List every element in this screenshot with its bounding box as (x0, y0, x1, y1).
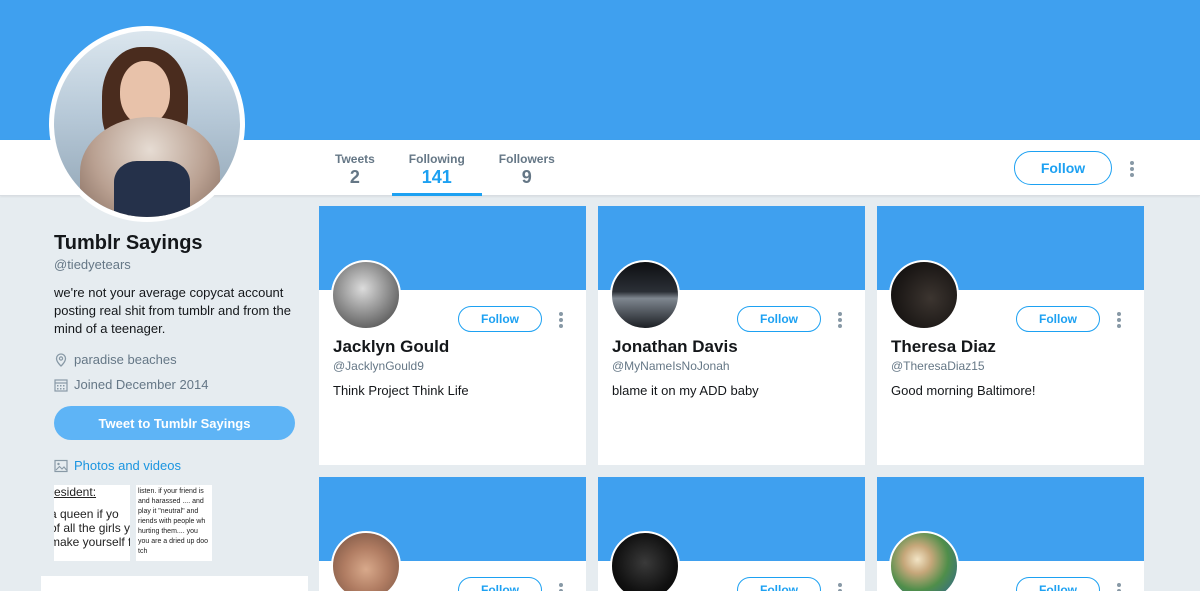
photos-videos-label: Photos and videos (74, 458, 181, 473)
card-follow-button[interactable]: Follow (458, 577, 542, 591)
card-avatar[interactable] (889, 260, 959, 330)
profile-stats: Tweets 2 Following 141 Followers 9 (318, 140, 572, 196)
user-card[interactable]: Follow (319, 477, 586, 591)
card-follow-button[interactable]: Follow (458, 306, 542, 332)
thumb-text-line: riends with people wh (138, 518, 206, 525)
card-avatar[interactable] (610, 260, 680, 330)
card-follow-button[interactable]: Follow (1016, 306, 1100, 332)
stat-value: 9 (521, 167, 532, 187)
card-bio: Think Project Think Life (333, 383, 469, 398)
thumb-text-line: a queen if yo (54, 507, 119, 521)
profile-joined: Joined December 2014 (54, 377, 304, 392)
card-handle[interactable]: @JacklynGould9 (333, 359, 424, 373)
card-bio: blame it on my ADD baby (612, 383, 759, 398)
user-card[interactable]: Follow Jacklyn Gould @JacklynGould9 Thin… (319, 206, 586, 465)
thumb-text-line: of all the girls y (54, 521, 130, 535)
stat-value: 2 (349, 167, 360, 187)
image-icon (54, 459, 68, 472)
media-thumbnail[interactable]: resident: a queen if yo of all the girls… (54, 485, 130, 561)
card-handle[interactable]: @TheresaDiaz15 (891, 359, 985, 373)
user-card[interactable]: Follow Theresa Diaz @TheresaDiaz15 Good … (877, 206, 1144, 465)
user-card[interactable]: Follow (598, 477, 865, 591)
user-card[interactable]: Follow Jonathan Davis @MyNameIsNoJonah b… (598, 206, 865, 465)
stat-label: Tweets (335, 152, 375, 166)
media-thumbnail[interactable]: listen. if your friend is and harassed .… (136, 485, 212, 561)
stat-tweets[interactable]: Tweets 2 (318, 140, 392, 196)
profile-name[interactable]: Tumblr Sayings (54, 230, 304, 256)
card-follow-button[interactable]: Follow (1016, 577, 1100, 591)
sidebar-module (41, 576, 308, 591)
thumb-text-line: you are a dried up doo (138, 538, 209, 545)
profile-sidebar: Tumblr Sayings @tiedyetears we're not yo… (54, 230, 304, 473)
thumb-text-line: listen. if your friend is (138, 488, 204, 495)
follow-button[interactable]: Follow (1014, 151, 1112, 185)
stat-label: Following (408, 152, 465, 166)
card-name[interactable]: Jacklyn Gould (333, 337, 449, 357)
card-name[interactable]: Theresa Diaz (891, 337, 996, 357)
profile-location: paradise beaches (54, 352, 304, 367)
profile-bio: we're not your average copycat account p… (54, 285, 291, 336)
profile-avatar[interactable] (49, 26, 245, 222)
thumb-text-line: tch (138, 548, 148, 555)
photos-videos-link[interactable]: Photos and videos (54, 458, 304, 473)
card-bio: Good morning Baltimore! (891, 383, 1036, 398)
thumb-text-line: resident: (54, 485, 97, 499)
more-options-icon[interactable] (558, 583, 564, 591)
card-name[interactable]: Jonathan Davis (612, 337, 738, 357)
more-options-icon[interactable] (837, 583, 843, 591)
joined-text: Joined December 2014 (74, 377, 209, 392)
thumb-text-line: hurting them.... you (138, 528, 198, 535)
location-pin-icon (55, 352, 67, 367)
more-options-icon[interactable] (1129, 161, 1135, 177)
more-options-icon[interactable] (837, 312, 843, 328)
more-options-icon[interactable] (1116, 583, 1122, 591)
thumb-text-line: play it "neutral" and (138, 508, 199, 515)
avatar-image (54, 31, 240, 217)
location-text: paradise beaches (74, 352, 177, 367)
thumb-text-line (54, 499, 130, 507)
stat-value: 141 (421, 167, 452, 187)
card-avatar[interactable] (331, 260, 401, 330)
card-follow-button[interactable]: Follow (737, 306, 821, 332)
stat-followers[interactable]: Followers 9 (482, 140, 572, 196)
user-card[interactable]: Follow (877, 477, 1144, 591)
card-handle[interactable]: @MyNameIsNoJonah (612, 359, 730, 373)
stat-label: Followers (498, 152, 555, 166)
more-options-icon[interactable] (558, 312, 564, 328)
thumb-text-line: and harassed .... and (138, 498, 204, 505)
profile-handle[interactable]: @tiedyetears (54, 257, 304, 272)
tweet-to-button[interactable]: Tweet to Tumblr Sayings (54, 406, 295, 440)
card-follow-button[interactable]: Follow (737, 577, 821, 591)
stat-following[interactable]: Following 141 (391, 140, 482, 196)
thumb-text-line: make yourself f (54, 535, 130, 549)
more-options-icon[interactable] (1116, 312, 1122, 328)
calendar-icon (54, 378, 68, 392)
